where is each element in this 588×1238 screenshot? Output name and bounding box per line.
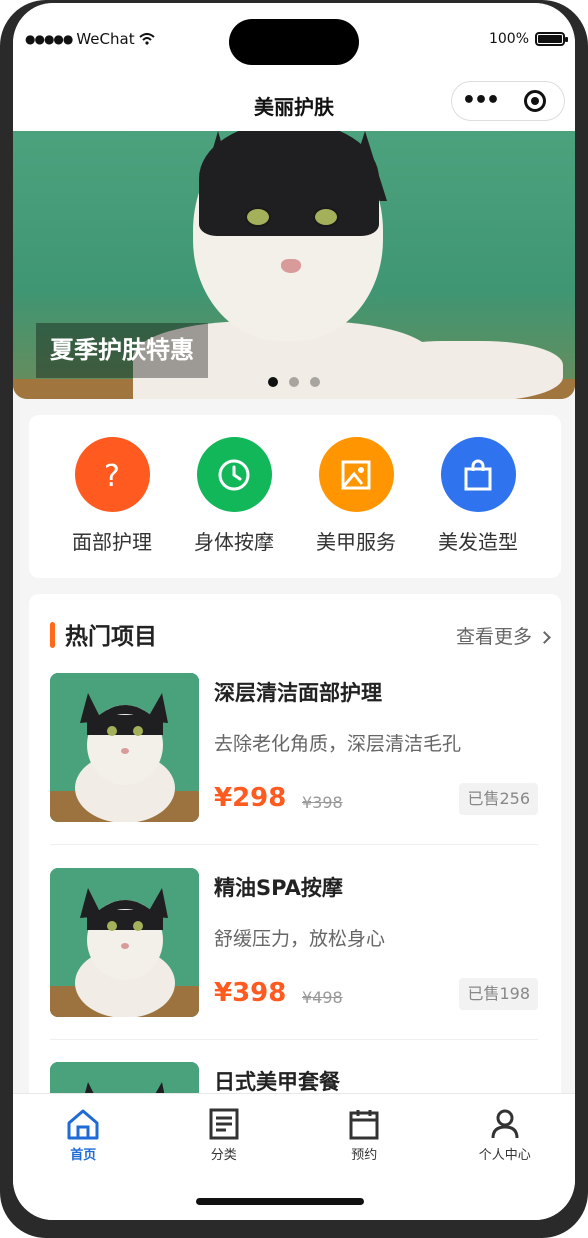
project-price: ¥298 <box>214 783 287 813</box>
nav-bar: 美丽护肤 ••• <box>13 79 575 131</box>
battery-icon <box>535 32 568 46</box>
calendar-icon <box>349 1110 379 1140</box>
indicator-dot[interactable] <box>310 377 320 387</box>
project-desc: 舒缓压力，放松身心 <box>214 928 386 950</box>
service-label: 身体按摩 <box>194 530 274 554</box>
service-icon-bg: ? <box>74 437 150 512</box>
item-divider <box>50 1039 538 1040</box>
tab-profile[interactable]: 个人中心 <box>435 1094 576 1220</box>
service-label: 面部护理 <box>72 530 152 554</box>
view-more-label: 查看更多 <box>455 626 532 648</box>
sold-count-badge: 已售256 <box>459 783 538 815</box>
service-hair[interactable]: 美发造型 <box>417 437 539 578</box>
service-grid: ? 面部护理 身体按摩 美甲服务 美发造型 <box>29 415 561 578</box>
phone-frame: ●●●●● WeChat 100% 美丽护肤 ••• 夏季护肤特惠 ? 面部护理… <box>0 0 588 1238</box>
service-nail[interactable]: 美甲服务 <box>295 437 417 578</box>
tab-label: 个人中心 <box>478 1148 531 1163</box>
indicator-dot[interactable] <box>268 377 278 387</box>
project-original-price: ¥498 <box>302 988 343 1007</box>
tab-home[interactable]: 首页 <box>13 1094 154 1220</box>
home-indicator[interactable] <box>196 1198 364 1205</box>
service-icon-bg <box>318 437 394 512</box>
question-icon: ? <box>104 459 120 492</box>
tab-label: 分类 <box>210 1148 237 1163</box>
banner-caption: 夏季护肤特惠 <box>36 323 208 378</box>
banner-carousel[interactable]: 夏季护肤特惠 <box>13 131 575 399</box>
project-original-price: ¥398 <box>302 793 343 812</box>
project-name: 深层清洁面部护理 <box>214 681 382 705</box>
chevron-right-icon <box>538 630 551 644</box>
tab-label: 预约 <box>351 1148 378 1163</box>
close-button[interactable] <box>524 90 546 112</box>
project-name: 日式美甲套餐 <box>214 1070 340 1094</box>
signal-icon: ●●●●● <box>25 32 73 46</box>
ellipsis-icon: ••• <box>461 88 500 113</box>
carousel-indicators <box>268 377 320 387</box>
carrier-label: WeChat <box>76 30 135 48</box>
battery-percent: 100% <box>488 31 529 47</box>
section-accent-bar <box>50 622 55 648</box>
project-name: 精油SPA按摩 <box>214 876 343 900</box>
service-icon-bg <box>196 437 272 512</box>
indicator-dot[interactable] <box>289 377 299 387</box>
project-thumbnail <box>50 868 199 1017</box>
image-icon <box>341 460 371 489</box>
item-divider <box>50 844 538 845</box>
project-item[interactable]: 深层清洁面部护理 去除老化角质，深层清洁毛孔 ¥298 ¥398 已售256 <box>50 673 538 823</box>
project-price: ¥398 <box>214 978 287 1008</box>
user-icon <box>491 1109 519 1139</box>
bag-icon <box>464 459 492 490</box>
miniprogram-capsule: ••• <box>451 81 565 121</box>
service-label: 美甲服务 <box>316 530 396 554</box>
service-facial[interactable]: ? 面部护理 <box>51 437 173 578</box>
screen: ●●●●● WeChat 100% 美丽护肤 ••• 夏季护肤特惠 ? 面部护理… <box>13 3 575 1220</box>
section-title: 热门项目 <box>65 624 157 650</box>
sold-count-badge: 已售198 <box>459 978 538 1010</box>
project-desc: 去除老化角质，深层清洁毛孔 <box>214 733 462 755</box>
service-massage[interactable]: 身体按摩 <box>173 437 295 578</box>
tab-label: 首页 <box>70 1148 97 1163</box>
hot-projects-section: 热门项目 查看更多 深层清洁面部护理 去除老化角质，深层清洁毛孔 ¥298 ¥3… <box>29 594 561 1114</box>
status-left: ●●●●● WeChat <box>25 30 155 48</box>
clock-icon <box>218 459 250 490</box>
project-thumbnail <box>50 673 199 822</box>
more-button[interactable]: ••• <box>452 88 508 113</box>
svg-text:?: ? <box>104 459 120 492</box>
view-more-link[interactable]: 查看更多 <box>455 618 551 656</box>
project-item[interactable]: 精油SPA按摩 舒缓压力，放松身心 ¥398 ¥498 已售198 <box>50 868 538 1018</box>
list-icon <box>209 1108 239 1140</box>
status-bar: ●●●●● WeChat 100% <box>13 3 575 79</box>
section-header: 热门项目 查看更多 <box>29 618 561 656</box>
service-icon-bg <box>440 437 516 512</box>
home-icon <box>67 1109 99 1140</box>
service-label: 美发造型 <box>438 530 518 554</box>
status-right: 100% <box>488 31 568 47</box>
camera-notch <box>229 19 359 65</box>
wifi-icon <box>138 33 155 45</box>
